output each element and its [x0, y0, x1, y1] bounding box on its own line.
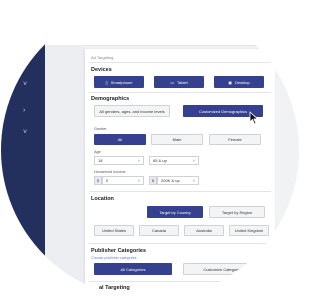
mouse-pointer-icon [249, 111, 259, 125]
age-to-select[interactable]: 65 & up ˅ [149, 156, 199, 165]
country-united-kingdom[interactable]: United Kingdom [229, 225, 269, 236]
devices-heading: Devices [91, 67, 112, 73]
gender-male-option[interactable]: Male [151, 134, 203, 145]
gender-label: Gender [94, 127, 107, 131]
next-section-heading: al Targeting [99, 285, 130, 291]
divider [89, 62, 271, 63]
sidebar-chevron-right-icon[interactable]: › [23, 107, 25, 114]
divider [89, 243, 271, 244]
country-united-states[interactable]: United States [94, 225, 134, 236]
chevron-down-icon: ˅ [137, 178, 140, 183]
all-categories-option[interactable]: All Categories [94, 263, 172, 275]
customize-categories-option[interactable]: Customize Categories [183, 263, 263, 275]
income-to-prefix: $ [149, 176, 157, 185]
all-demographics-option[interactable]: All genders, ages, and income levels [94, 105, 170, 117]
target-by-region-option[interactable]: Target by Region [209, 206, 265, 218]
breadcrumb: Ad Targeting [91, 55, 114, 60]
income-from-select[interactable]: 0 ˅ [102, 176, 144, 185]
chevron-down-icon: ˅ [192, 158, 195, 163]
age-from-select[interactable]: 18 ˅ [94, 156, 144, 165]
screenshot-stage: ˅ › ˅ ‹ Ad Targeting Devices ▯ Smartphon… [0, 0, 300, 300]
desktop-label: Desktop [235, 79, 250, 85]
content-gutter [45, 45, 85, 299]
income-to-select[interactable]: 200K & up ˅ [157, 176, 199, 185]
divider [89, 92, 271, 93]
smartphone-button[interactable]: ▯ Smartphone [94, 76, 144, 88]
sidebar-chevron-down-icon[interactable]: ˅ [23, 129, 27, 136]
chevron-down-icon: ˅ [192, 178, 195, 183]
income-from-prefix: $ [94, 176, 102, 185]
gender-all-option[interactable]: All [94, 134, 146, 145]
tablet-button[interactable]: ▭ Tablet [154, 76, 204, 88]
circular-viewport: ˅ › ˅ ‹ Ad Targeting Devices ▯ Smartphon… [1, 1, 299, 299]
sidebar-chevron-down-icon[interactable]: ˅ [23, 81, 27, 88]
age-from-value: 18 [98, 158, 103, 163]
country-canada[interactable]: Canada [139, 225, 179, 236]
demographics-heading: Demographics [91, 96, 130, 102]
smartphone-label: Smartphone [110, 79, 133, 85]
desktop-icon: ▣ [228, 79, 233, 85]
chevron-down-icon: ˅ [137, 158, 140, 163]
country-australia[interactable]: Australia [184, 225, 224, 236]
income-to-value: 200K & up [161, 178, 180, 183]
phone-icon: ▯ [105, 79, 108, 85]
age-to-value: 65 & up [153, 158, 167, 163]
desktop-button[interactable]: ▣ Desktop [214, 76, 264, 88]
top-bar: ‹ [45, 1, 299, 46]
publisher-categories-heading: Publisher Categories [91, 248, 147, 254]
sidebar: ˅ › ˅ [1, 1, 45, 299]
location-heading: Location [91, 196, 114, 202]
tablet-icon: ▭ [170, 79, 175, 85]
age-label: Age [94, 150, 101, 154]
gender-female-option[interactable]: Female [209, 134, 261, 145]
tablet-label: Tablet [177, 79, 188, 85]
back-arrow-icon[interactable]: ‹ [59, 27, 61, 33]
ad-targeting-panel: Ad Targeting Devices ▯ Smartphone ▭ Tabl… [85, 49, 275, 299]
household-income-label: Household Income [94, 170, 126, 174]
target-by-country-option[interactable]: Target by Country [147, 206, 203, 218]
income-from-value: 0 [106, 178, 109, 183]
publisher-categories-link[interactable]: Choose publisher categories [91, 256, 137, 260]
divider [89, 191, 271, 192]
divider [89, 281, 271, 282]
